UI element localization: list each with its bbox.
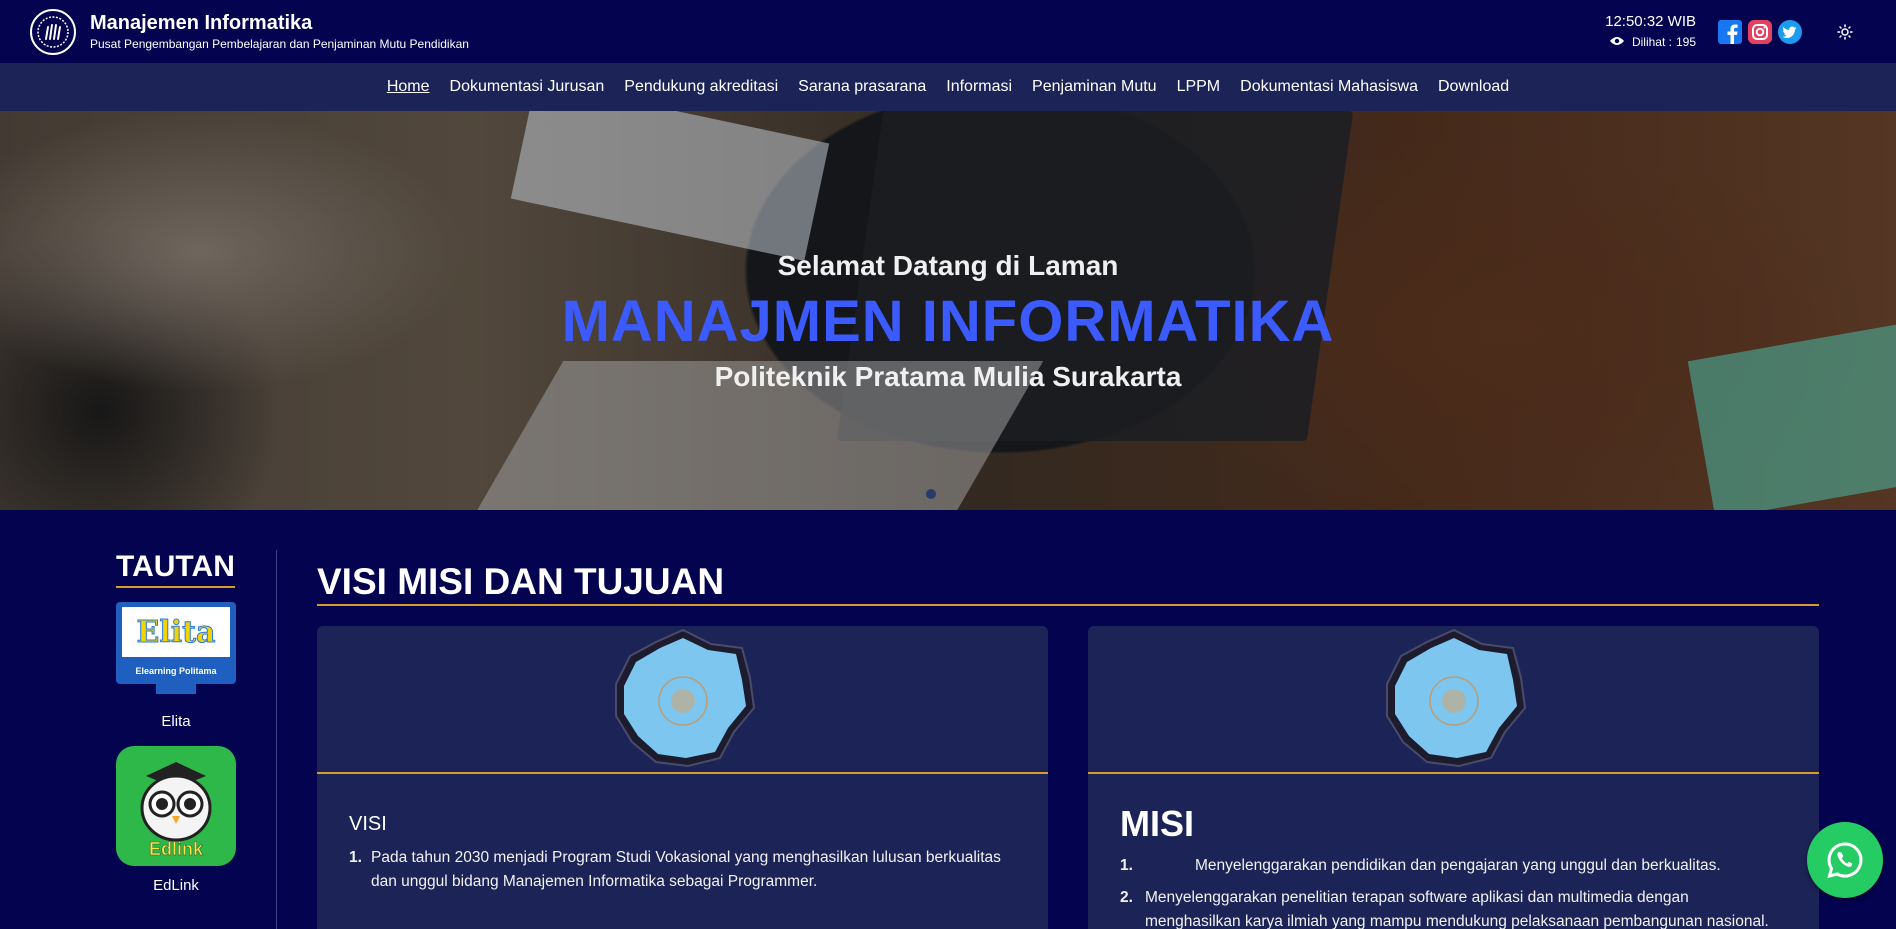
misi-card: MISI 1. Menyelenggarakan pendidikan dan … [1088, 626, 1819, 929]
nav-item-lppm[interactable]: LPPM [1177, 78, 1221, 96]
list-item-text: Pada tahun 2030 menjadi Program Studi Vo… [371, 849, 1001, 890]
hero-welcome: Selamat Datang di Laman [777, 250, 1119, 281]
misi-card-body: MISI 1. Menyelenggarakan pendidikan dan … [1088, 774, 1819, 929]
brand-text: Manajemen Informatika Pusat Pengembangan… [90, 11, 469, 53]
tautan-title: TAUTAN [116, 550, 235, 588]
nav-item-dokumentasi-mahasiswa[interactable]: Dokumentasi Mahasiswa [1240, 78, 1418, 96]
visi-heading: VISI [349, 813, 387, 835]
visi-misi-cards: VISI 1. Pada tahun 2030 menjadi Program … [317, 626, 1819, 929]
social-links [1718, 19, 1802, 44]
nav-item-dokumentasi-jurusan[interactable]: Dokumentasi Jurusan [450, 78, 605, 96]
list-item: 1. Pada tahun 2030 menjadi Program Studi… [349, 846, 1016, 894]
main-nav: Home Dokumentasi Jurusan Pendukung akred… [0, 63, 1896, 111]
clock: 12:50:32 WIB [1605, 12, 1696, 30]
sidebar-divider [276, 550, 277, 929]
seal-icon [614, 628, 755, 768]
carousel-indicator[interactable] [926, 489, 936, 499]
list-item-number: 2. [1120, 889, 1133, 906]
list-item: 1. Menyelenggarakan pendidikan dan penga… [1120, 854, 1787, 878]
list-item-text: Menyelenggarakan pendidikan dan pengajar… [1195, 857, 1721, 874]
nav-item-penjaminan-mutu[interactable]: Penjaminan Mutu [1032, 78, 1157, 96]
view-counter: Dilihat : 195 [1609, 32, 1696, 52]
whatsapp-icon [1827, 842, 1863, 879]
site-title[interactable]: Manajemen Informatika [90, 11, 469, 35]
hero-banner: Selamat Datang di Laman MANAJMEN INFORMA… [0, 111, 1896, 510]
facebook-icon[interactable] [1718, 19, 1742, 44]
sun-icon[interactable] [1836, 23, 1854, 41]
views-count: 195 [1675, 34, 1696, 49]
nav-item-download[interactable]: Download [1438, 78, 1509, 96]
list-item: 2. Menyelenggarakan penelitian terapan s… [1120, 886, 1787, 929]
link-elita[interactable]: Elita Elearning Politama Elita [116, 602, 236, 732]
edlink-owl-icon[interactable]: Edlink [116, 746, 236, 866]
clock-block: 12:50:32 WIB Dilihat : 195 [1605, 12, 1696, 52]
whatsapp-button[interactable] [1807, 822, 1883, 898]
edlink-logo-word: Edlink [148, 839, 204, 860]
twitter-icon[interactable] [1778, 19, 1802, 44]
visi-card-header [317, 626, 1048, 774]
section-title: VISI MISI DAN TUJUAN [317, 550, 1819, 606]
nav-item-informasi[interactable]: Informasi [946, 78, 1012, 96]
eye-icon [1609, 32, 1624, 52]
nav-item-sarana-prasarana[interactable]: Sarana prasarana [798, 78, 926, 96]
misi-heading: MISI [1120, 803, 1195, 844]
misi-list: 1. Menyelenggarakan pendidikan dan penga… [1120, 854, 1787, 929]
nav-item-home[interactable]: Home [387, 78, 430, 96]
link-edlink[interactable]: Edlink EdLink [116, 746, 236, 896]
content-area: TAUTAN Elita Elearning Politama Elita Ed… [0, 510, 1896, 929]
list-item-text: Menyelenggarakan penelitian terapan soft… [1145, 889, 1769, 929]
elita-logo-icon[interactable]: Elita Elearning Politama [116, 602, 236, 702]
views-label: Dilihat : [1631, 34, 1672, 49]
institution-logo-icon [37, 15, 69, 48]
tautan-sidebar: TAUTAN Elita Elearning Politama Elita Ed… [116, 550, 236, 896]
misi-card-header [1088, 626, 1819, 774]
main-column: VISI MISI DAN TUJUAN VISI 1. Pada tahun … [317, 550, 1819, 929]
site-subtitle: Pusat Pengembangan Pembelajaran dan Penj… [90, 36, 469, 51]
nav-item-pendukung-akreditasi[interactable]: Pendukung akreditasi [624, 78, 778, 96]
visi-card: VISI 1. Pada tahun 2030 menjadi Program … [317, 626, 1048, 929]
link-label-elita[interactable]: Elita [116, 712, 236, 732]
hero-title: MANAJMEN INFORMATIKA [561, 289, 1335, 354]
site-logo[interactable] [30, 8, 76, 55]
seal-icon [1385, 628, 1526, 768]
instagram-icon[interactable] [1748, 19, 1772, 44]
link-label-edlink[interactable]: EdLink [116, 876, 236, 896]
hero-photo-book [510, 111, 830, 261]
visi-card-body: VISI 1. Pada tahun 2030 menjadi Program … [317, 774, 1048, 922]
header-right: 12:50:32 WIB Dilihat : 195 [1605, 0, 1896, 63]
elita-logo-word: Elita [136, 614, 216, 650]
hero-text: Selamat Datang di Laman MANAJMEN INFORMA… [0, 241, 1896, 401]
visi-list: 1. Pada tahun 2030 menjadi Program Studi… [349, 846, 1016, 894]
top-header: Manajemen Informatika Pusat Pengembangan… [0, 0, 1896, 63]
list-item-number: 1. [349, 849, 362, 866]
elita-logo-caption: Elearning Politama [135, 666, 217, 676]
hero-subtitle: Politeknik Pratama Mulia Surakarta [714, 361, 1182, 392]
list-item-number: 1. [1120, 857, 1133, 874]
